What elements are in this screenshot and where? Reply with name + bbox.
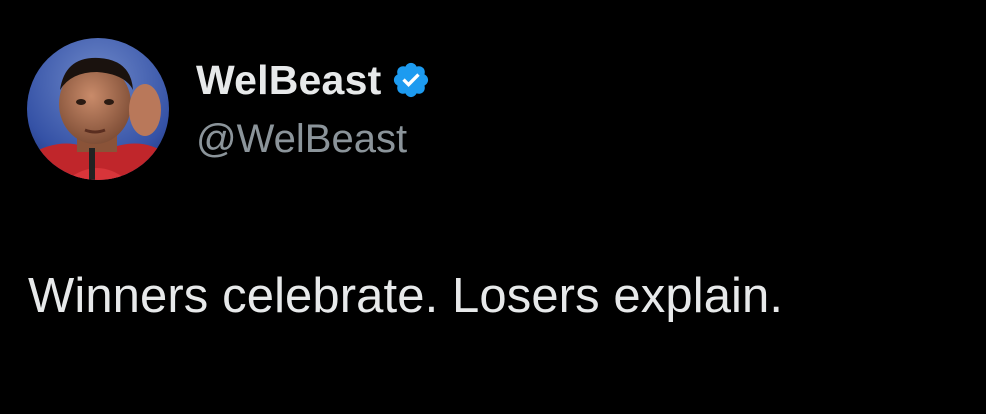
verified-badge-icon[interactable] bbox=[391, 60, 431, 100]
display-name[interactable]: WelBeast bbox=[196, 52, 381, 108]
author-names: WelBeast @WelBeast bbox=[196, 52, 431, 166]
tweet-text: Winners celebrate. Losers explain. bbox=[28, 269, 784, 323]
tweet-card: WelBeast @WelBeast Winners celebrate. Lo… bbox=[0, 0, 986, 414]
display-name-row: WelBeast bbox=[196, 52, 431, 108]
user-handle[interactable]: @WelBeast bbox=[196, 112, 431, 166]
avatar-photo bbox=[27, 38, 169, 180]
author-avatar[interactable] bbox=[27, 38, 169, 180]
